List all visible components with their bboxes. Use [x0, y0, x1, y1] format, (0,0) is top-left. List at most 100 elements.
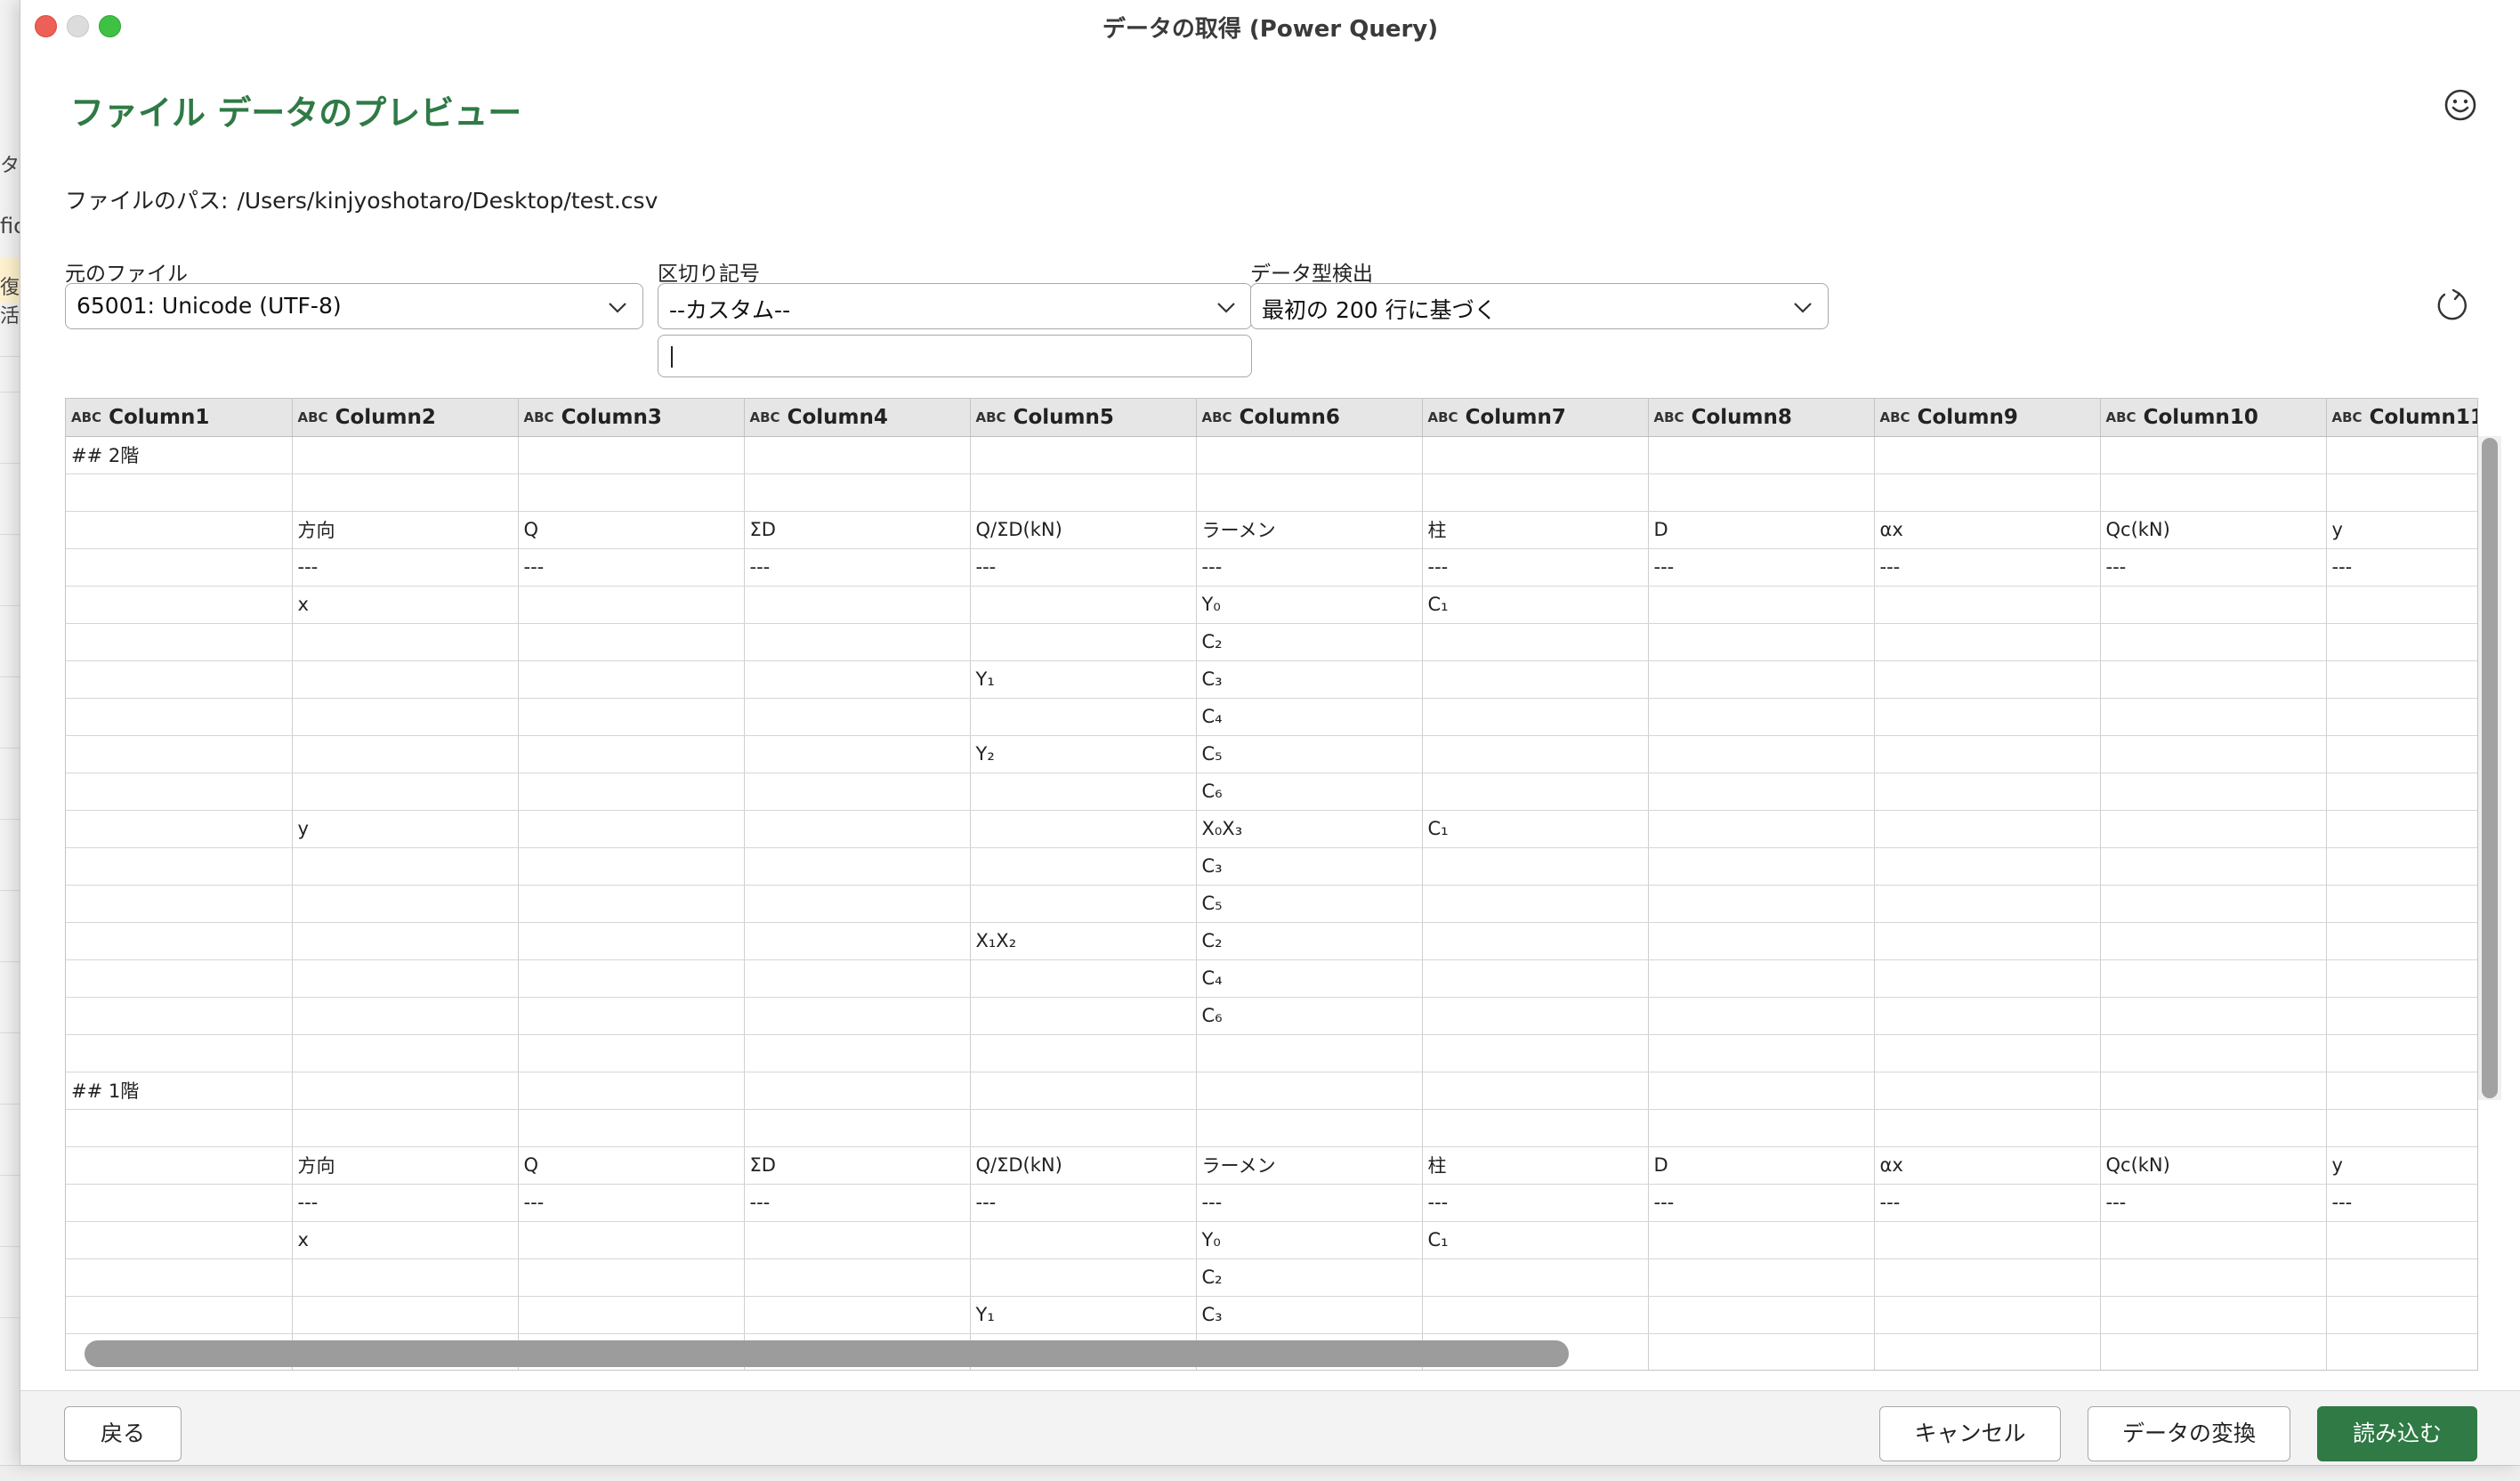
- table-cell: [1874, 810, 2101, 848]
- table-cell: y: [2326, 1146, 2477, 1185]
- table-cell: [744, 885, 971, 923]
- table-cell: [1422, 922, 1649, 960]
- text-type-icon[interactable]: ABC: [1880, 411, 1910, 425]
- table-cell: [1648, 735, 1875, 773]
- table-cell: [1874, 1221, 2101, 1259]
- vertical-scroll-thumb[interactable]: [2482, 438, 2498, 1098]
- table-cell: [292, 922, 519, 960]
- table-cell: ---: [970, 548, 1197, 587]
- cancel-button[interactable]: キャンセル: [1879, 1406, 2061, 1461]
- type-detection-dropdown[interactable]: 最初の 200 行に基づく: [1250, 283, 1829, 329]
- transform-data-button[interactable]: データの変換: [2088, 1406, 2290, 1461]
- table-cell: [2326, 735, 2477, 773]
- column-header-label: Column7: [1465, 405, 1566, 429]
- table-row: [66, 1109, 2477, 1147]
- table-cell: Y₁: [970, 1296, 1197, 1334]
- table-cell: [518, 1221, 745, 1259]
- table-row: Y₁ C₃: [66, 1296, 2477, 1334]
- background-gridline: [0, 819, 21, 820]
- table-cell: [1422, 660, 1649, 699]
- text-type-icon[interactable]: ABC: [298, 411, 328, 425]
- table-cell: C₃: [1196, 660, 1423, 699]
- horizontal-scroll-thumb[interactable]: [85, 1340, 1569, 1367]
- smiley-icon[interactable]: [2443, 87, 2478, 123]
- origin-dropdown[interactable]: 65001: Unicode (UTF-8): [65, 283, 643, 329]
- custom-delimiter-input[interactable]: [658, 335, 1252, 377]
- column-header-label: Column1: [109, 405, 210, 429]
- table-cell: Y₂: [970, 735, 1197, 773]
- table-cell: [2326, 1221, 2477, 1259]
- table-cell: ---: [1196, 548, 1423, 587]
- load-button[interactable]: 読み込む: [2317, 1406, 2477, 1461]
- column-header[interactable]: ABC Column10: [2100, 399, 2327, 437]
- text-type-icon[interactable]: ABC: [71, 411, 101, 425]
- column-header[interactable]: ABC Column6: [1196, 399, 1423, 437]
- vertical-scrollbar[interactable]: [2478, 436, 2501, 1100]
- back-button[interactable]: 戻る: [64, 1406, 182, 1461]
- table-cell: [1422, 1034, 1649, 1072]
- column-header[interactable]: ABC Column4: [744, 399, 971, 437]
- delimiter-value: --カスタム--: [669, 297, 791, 323]
- delimiter-dropdown[interactable]: --カスタム--: [658, 283, 1252, 329]
- column-header[interactable]: ABC Column3: [518, 399, 745, 437]
- table-cell: [292, 1072, 519, 1110]
- text-type-icon[interactable]: ABC: [2106, 411, 2136, 425]
- column-header[interactable]: ABC Column1: [66, 399, 293, 437]
- text-type-icon[interactable]: ABC: [1654, 411, 1684, 425]
- table-row: [66, 473, 2477, 512]
- text-type-icon[interactable]: ABC: [524, 411, 554, 425]
- text-type-icon[interactable]: ABC: [1202, 411, 1232, 425]
- table-cell: ---: [1648, 548, 1875, 587]
- table-cell: [744, 997, 971, 1035]
- table-cell: [1874, 660, 2101, 699]
- text-type-icon[interactable]: ABC: [2332, 411, 2362, 425]
- table-cell: [518, 473, 745, 512]
- table-cell: [970, 1258, 1197, 1297]
- table-cell: C₁: [1422, 810, 1649, 848]
- column-header[interactable]: ABC Column5: [970, 399, 1197, 437]
- table-cell: [292, 1258, 519, 1297]
- table-cell: [1648, 436, 1875, 474]
- table-cell: ---: [2100, 1184, 2327, 1222]
- table-cell: [1874, 1296, 2101, 1334]
- table-cell: [2326, 473, 2477, 512]
- column-header[interactable]: ABC Column11: [2326, 399, 2477, 437]
- table-cell: [2100, 1333, 2327, 1370]
- column-header-label: Column3: [561, 405, 662, 429]
- table-cell: [292, 847, 519, 886]
- table-cell: [1648, 1034, 1875, 1072]
- column-header[interactable]: ABC Column7: [1422, 399, 1649, 437]
- table-cell: [518, 586, 745, 624]
- refresh-icon[interactable]: [2434, 287, 2471, 324]
- text-type-icon[interactable]: ABC: [1428, 411, 1458, 425]
- background-gridline: [0, 676, 21, 677]
- background-text-fragment: タ: [0, 155, 20, 177]
- data-preview-grid[interactable]: ABC Column1 ABC Column2 ABC Column3 ABC Column4…: [65, 398, 2478, 1371]
- table-cell: [518, 922, 745, 960]
- table-cell: [2100, 810, 2327, 848]
- background-gridline: [0, 1175, 21, 1176]
- column-header-label: Column8: [1691, 405, 1792, 429]
- table-cell: [66, 885, 293, 923]
- table-cell: [1648, 660, 1875, 699]
- table-cell: ---: [292, 548, 519, 587]
- table-cell: [2100, 885, 2327, 923]
- table-cell: D: [1648, 1146, 1875, 1185]
- table-cell: [292, 623, 519, 661]
- table-cell: [2326, 660, 2477, 699]
- table-cell: [1422, 997, 1649, 1035]
- table-cell: [292, 698, 519, 736]
- table-cell: Y₀: [1196, 1221, 1423, 1259]
- table-cell: [292, 473, 519, 512]
- table-cell: X₁X₂: [970, 922, 1197, 960]
- text-type-icon[interactable]: ABC: [976, 411, 1006, 425]
- column-header[interactable]: ABC Column9: [1874, 399, 2101, 437]
- column-header[interactable]: ABC Column8: [1648, 399, 1875, 437]
- column-header[interactable]: ABC Column2: [292, 399, 519, 437]
- table-cell: [1648, 847, 1875, 886]
- background-gridline: [0, 890, 21, 891]
- table-row: C₅: [66, 885, 2477, 923]
- table-cell: 柱: [1422, 511, 1649, 549]
- table-cell: [2326, 586, 2477, 624]
- text-type-icon[interactable]: ABC: [750, 411, 780, 425]
